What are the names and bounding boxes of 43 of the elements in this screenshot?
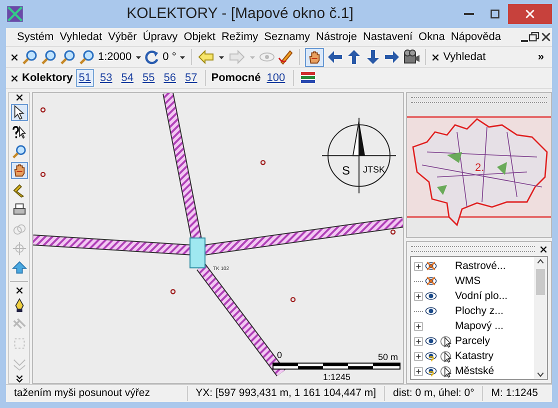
sheet-link[interactable]: 56 [160,68,179,88]
scale-select[interactable]: 1:2000 [98,48,132,66]
sheet-link[interactable]: 54 [118,68,136,88]
sheet-link[interactable]: 57 [182,68,200,88]
sheet-link[interactable]: 100 [264,68,288,88]
menu-item[interactable]: Výběr [105,28,140,46]
scale-readout: M: 1:1245 [490,386,539,401]
layer-name[interactable]: Vodní plo... [455,288,508,304]
menu-item[interactable]: Nástroje [313,28,360,46]
window-title: KOLEKTORY - [Mapové okno č.1] [126,4,354,24]
menu-item[interactable]: Okna [416,28,448,46]
menu-item[interactable]: Nastavení [360,28,416,46]
layer-group-label: Pomocné [211,70,261,86]
menu-item[interactable]: Systém [14,28,57,46]
sheet-link[interactable]: 53 [97,68,116,88]
scale-end-label: 50 m [378,352,398,362]
layer-name[interactable]: WMS [455,274,481,290]
scale-start-label: 0 [277,350,282,360]
compass-letter: S [342,163,350,178]
distance-readout: dist: 0 m, úhel: 0° [385,386,484,402]
scale-ratio-label: 1:1245 [323,372,350,382]
layer-name[interactable]: Mapový ... [455,318,504,334]
overview-label: 2. [475,162,484,174]
more-tools-chevron[interactable]: » [538,48,552,66]
menu-item[interactable]: Vyhledat [56,28,106,46]
status-hint: tažením myši posunout výřez [6,386,188,402]
coordinate-system-label: JTSK [363,164,385,174]
layer-name[interactable]: Městské [455,364,494,379]
sheet-link[interactable]: 55 [140,68,158,88]
layer-name[interactable]: Katastry [455,348,494,364]
layer-group-label: Kolektory [22,70,73,86]
menu-item[interactable]: Nápověda [448,28,504,46]
layer-name[interactable]: Rastrové... [455,258,506,274]
menu-item[interactable]: Objekt [180,28,218,46]
coordinates-readout: YX: [597 993,431 m, 1 161 104,447 m] [188,386,386,402]
menu-item[interactable]: Seznamy [261,28,314,46]
menu-item[interactable]: Režimy [218,28,262,46]
sheet-link[interactable]: 51 [76,68,94,88]
layer-name[interactable]: Plochy z... [455,304,504,320]
rotation-select[interactable]: 0 ° [162,48,176,66]
menu-item[interactable]: Úpravy [140,28,181,46]
layer-name[interactable]: Parcely [455,334,490,350]
search-label[interactable]: Vyhledat [443,48,486,66]
